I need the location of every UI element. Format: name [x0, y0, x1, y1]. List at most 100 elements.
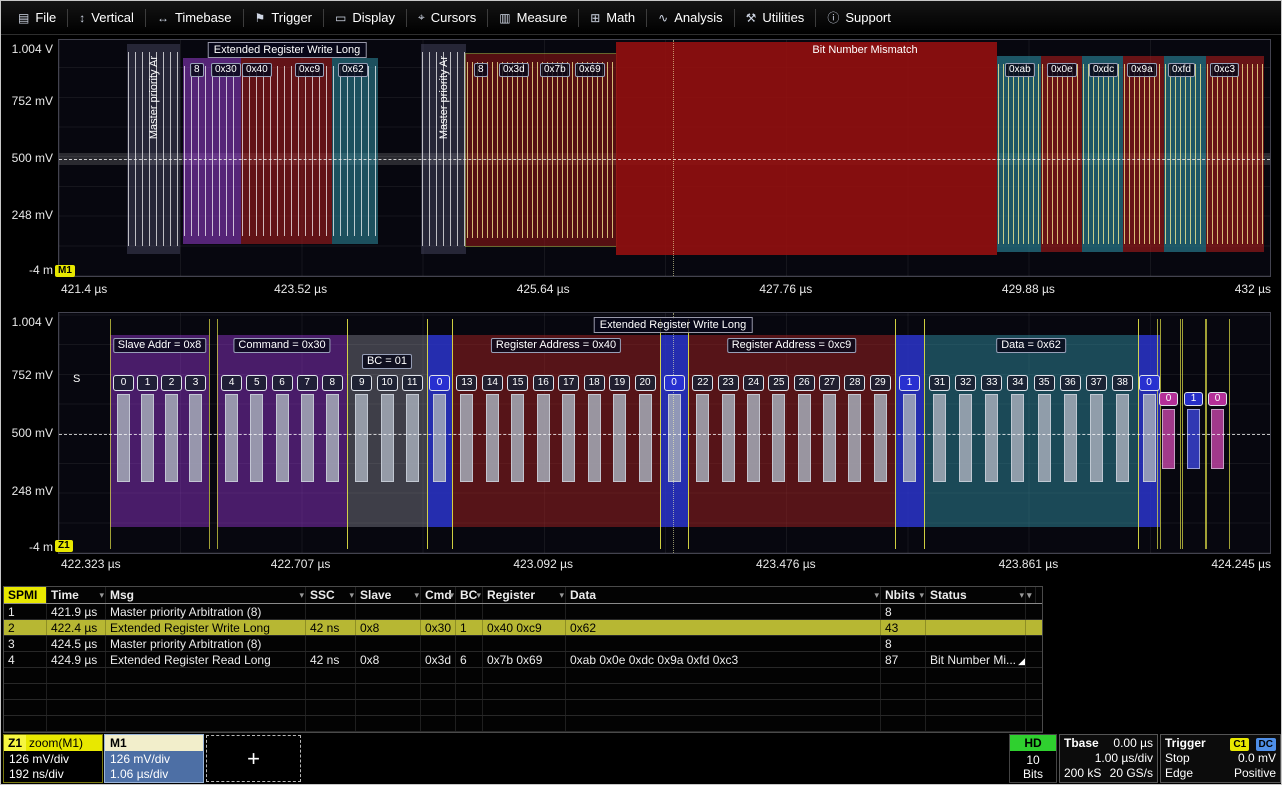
table-cell-empty	[483, 668, 566, 683]
m1-y-axis-label: -4 m	[29, 262, 53, 277]
row-index-cell: 4	[4, 652, 47, 667]
trigger-source-badge: C1	[1230, 738, 1250, 751]
column-header-data[interactable]: Data ▾	[566, 587, 881, 603]
menu-item-measure[interactable]: ▥ Measure	[488, 1, 578, 34]
menu-item-display[interactable]: ▭ Display	[324, 1, 406, 34]
tbase-label: Tbase	[1064, 736, 1099, 750]
column-header-register[interactable]: Register ▾	[483, 587, 566, 603]
waveform-pulses	[184, 66, 240, 236]
table-cell-empty	[456, 700, 483, 715]
end-bit-pulse	[1187, 409, 1200, 469]
waveform-pulses	[1165, 64, 1205, 244]
scope-screen: ▤ File ↕ Vertical ↔ Timebase ⚑ Trigger ▭ Display ⌖…	[0, 0, 1282, 785]
table-cell: Bit Number Mi... ◢	[926, 652, 1026, 667]
trigger-coupling-badge: DC	[1255, 738, 1276, 751]
table-cell-empty	[881, 700, 926, 715]
waveform-pulses	[1207, 64, 1263, 244]
z1-x-axis-label: 423.861 µs	[998, 557, 1059, 571]
table-row[interactable]: 4 424.9 µs Extended Register Read Long 42 n…	[4, 652, 1042, 668]
sort-arrow-icon: ▾	[449, 590, 454, 600]
table-cell-empty	[356, 700, 421, 715]
table-corner-cell[interactable]: SPMI	[4, 587, 47, 603]
timebase-descriptor-box[interactable]: Tbase 0.00 µs 1.00 µs/div 200 kS 20 GS/s	[1059, 734, 1158, 783]
decode-band-arb: Master priority Ar	[421, 44, 466, 254]
z1-horizontal-scale: 192 ns/div	[9, 767, 64, 781]
bit-pulse	[141, 394, 154, 482]
bit-index-cell: 27	[819, 375, 840, 391]
center-dashed-line	[59, 159, 1270, 160]
bit-pulse	[1063, 394, 1077, 482]
field-label-chip: Register Address = 0xc9	[726, 338, 857, 353]
z1-trace-badge[interactable]: Z1	[55, 540, 73, 552]
bit-pulse	[355, 394, 369, 482]
hd-mode-box[interactable]: HD 10 Bits	[1009, 734, 1057, 783]
menu-item-label: Utilities	[762, 10, 805, 25]
menu-item-math[interactable]: ⊞ Math	[579, 1, 646, 34]
menu-item-analysis[interactable]: ∿ Analysis	[647, 1, 733, 34]
table-row[interactable]: 1 421.9 µs Master priority Arbitration (8)…	[4, 604, 1042, 620]
trigger-position-line	[673, 40, 674, 276]
decode-band-red3	[1041, 56, 1082, 252]
menu-item-cursors[interactable]: ⌖ Cursors	[407, 1, 487, 34]
column-header-ssc[interactable]: SSC ▾	[306, 587, 356, 603]
field-label-chip: Register Address = 0x40	[490, 338, 622, 353]
column-header-msg[interactable]: Msg ▾	[106, 587, 306, 603]
column-header-cmd[interactable]: Cmd ▾	[421, 587, 456, 603]
m1-x-axis-label: 429.88 µs	[1001, 282, 1055, 296]
table-cell: 43	[881, 620, 926, 635]
table-cell-empty	[106, 700, 306, 715]
bit-pulse	[300, 394, 314, 482]
decode-value-chip: 0x30	[211, 63, 241, 77]
hd-body: 10 Bits	[1010, 751, 1056, 782]
add-trace-button[interactable]: +	[206, 735, 301, 782]
menu-item-file[interactable]: ▤ File	[7, 1, 67, 34]
m1-trace-badge[interactable]: M1	[55, 265, 75, 277]
table-row-empty	[4, 700, 1042, 716]
bit-index-cell: 10	[376, 375, 398, 391]
bit-index-cell: 6	[271, 375, 293, 391]
column-header-label: Nbits	[885, 588, 915, 602]
bit-index-cell: 17	[558, 375, 580, 391]
z1-y-axis-label: -4 m	[29, 539, 53, 554]
decode-value-chip: 0x3d	[499, 63, 529, 77]
table-cell-empty	[881, 716, 926, 731]
column-header-bc[interactable]: BC ▾	[456, 587, 483, 603]
column-header-label: Msg	[110, 588, 134, 602]
bit-index-cell: 28	[844, 375, 866, 391]
bit-index-cell: 35	[1033, 375, 1055, 391]
z1-x-axis-label: 423.092 µs	[513, 557, 573, 571]
decode-band-teal2	[1082, 56, 1123, 252]
menu-item-timebase[interactable]: ↔ Timebase	[146, 1, 243, 34]
m1-x-axis-label: 423.52 µs	[274, 282, 328, 296]
table-scroll-arrow[interactable]: ▾	[1026, 587, 1036, 603]
column-header-label: Time	[51, 588, 79, 602]
table-cell: 0x40 0xc9	[483, 620, 566, 635]
field-band-teal	[924, 335, 1138, 527]
bit-index-cell: 19	[609, 375, 631, 391]
menu-item-trigger[interactable]: ⚑ Trigger	[244, 1, 323, 34]
m1-descriptor-box[interactable]: M1 126 mV/div 1.06 µs/div	[104, 734, 204, 783]
bit-pulse	[959, 394, 973, 482]
menu-item-vertical[interactable]: ↕ Vertical	[68, 1, 145, 34]
trigger-descriptor-box[interactable]: Trigger C1 DC Stop 0.0 mV Edge Positive	[1160, 734, 1281, 783]
end-bit-pulse	[1211, 409, 1224, 469]
table-row[interactable]: 2 422.4 µs Extended Register Write Long 42 …	[4, 620, 1042, 636]
zoom-waveform-grid[interactable]: S Extended Register Write Long Slave Addr …	[58, 312, 1271, 554]
trigger-level: 0.0 mV	[1237, 751, 1276, 765]
table-cell-empty	[483, 716, 566, 731]
table-cell-empty	[926, 684, 1026, 699]
menu-item-support[interactable]: ⓘ Support	[816, 1, 902, 34]
m1-waveform-grid[interactable]: Master priority Ar Master priority Ar Exte…	[58, 39, 1271, 277]
column-header-label: Data	[570, 588, 597, 602]
bit-pulse	[189, 394, 202, 482]
menu-item-utilities[interactable]: ⚒ Utilities	[735, 1, 816, 34]
column-header-status[interactable]: Status ▾	[926, 587, 1026, 603]
column-header-time[interactable]: Time ▾	[47, 587, 106, 603]
table-cell-empty	[306, 668, 356, 683]
z1-descriptor-box[interactable]: Z1 zoom(M1) 126 mV/div 192 ns/div	[3, 734, 103, 783]
table-row[interactable]: 3 424.5 µs Master priority Arbitration (8)…	[4, 636, 1042, 652]
table-cell	[926, 604, 1026, 619]
column-header-slave[interactable]: Slave ▾	[356, 587, 421, 603]
column-header-nbits[interactable]: Nbits ▾	[881, 587, 926, 603]
bit-index-cell: 13	[456, 375, 478, 391]
